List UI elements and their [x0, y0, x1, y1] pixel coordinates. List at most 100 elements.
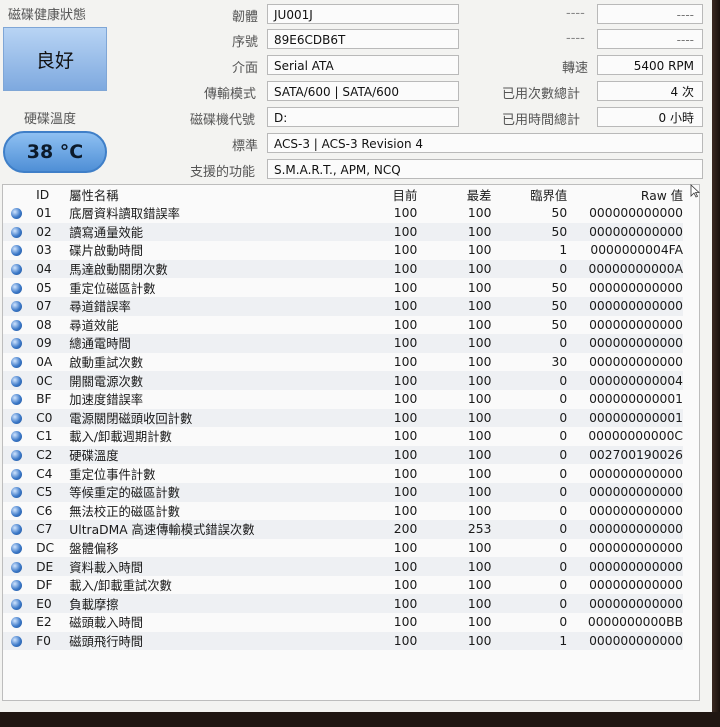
table-row[interactable]: E2 磁頭載入時間 100 100 0 0000000000BB [3, 613, 683, 632]
current-cell: 100 [346, 408, 418, 428]
raw-value-cell: 000000000004 [567, 371, 683, 390]
temperature-title: 硬碟溫度 [24, 112, 77, 127]
attribute-name-cell: 資料載入時間 [67, 557, 347, 576]
table-row[interactable]: 01 底層資料讀取錯誤率 100 100 50 000000000000 [3, 204, 683, 223]
status-cell [3, 334, 31, 353]
current-cell: 100 [346, 445, 418, 465]
status-column-header[interactable] [3, 185, 30, 204]
table-row[interactable]: E0 負載摩擦 100 100 0 000000000000 [3, 594, 683, 614]
status-cell [3, 353, 30, 372]
threshold-cell: 50 [491, 222, 568, 242]
threshold-cell: 1 [559, 243, 568, 258]
id-cell: C5 [30, 482, 68, 502]
worst-cell: 253 [417, 520, 492, 539]
id-cell: 09 [30, 334, 68, 353]
status-dot-icon [11, 617, 23, 629]
threshold-cell: 0 [491, 482, 568, 502]
table-row[interactable]: 05 重定位磁區計數 100 100 50 000000000000 [3, 278, 683, 297]
table-row[interactable]: 07 尋道錯誤率 100 100 50 000000000000 [3, 296, 683, 316]
crystaldiskinfo-window: 磁碟健康狀態 良好 硬碟溫度 38 °C 韌體 JU001J 序號 89E6CD… [0, 0, 712, 712]
status-cell [3, 520, 31, 539]
attribute-name-column-header[interactable]: 屬性名稱 [67, 185, 347, 204]
table-row[interactable]: DF 載入/卸載重試次數 100 100 0 000000000000 [3, 576, 683, 595]
status-cell [3, 502, 30, 521]
id-cell: 04 [30, 259, 68, 279]
threshold-column-header[interactable]: 臨界值 [491, 185, 567, 204]
attribute-name-cell: 載入/卸載週期計數 [69, 430, 172, 445]
table-row[interactable]: 02 讀寫通量效能 100 100 50 000000000000 [3, 222, 683, 242]
status-dot-icon [11, 338, 23, 350]
status-cell [3, 296, 31, 316]
table-row[interactable]: C2 硬碟溫度 100 100 0 002700190026 [3, 445, 683, 465]
id-column-header[interactable]: ID [30, 185, 67, 204]
status-cell [3, 241, 30, 260]
current-cell: 100 [393, 355, 418, 370]
worst-cell: 100 [467, 540, 492, 555]
firmware-field: JU001J [267, 4, 459, 24]
table-row[interactable]: 04 馬達啟動關閉次數 100 100 0 00000000000A [3, 259, 683, 279]
standard-field: ACS-3 | ACS-3 Revision 4 [267, 133, 703, 153]
status-dot-icon [11, 561, 23, 573]
table-row[interactable]: C5 等候重定的磁區計數 100 100 0 000000000000 [3, 482, 683, 502]
table-row[interactable]: C7 UltraDMA 高速傳輸模式錯誤次數 200 253 0 000000000000 [3, 520, 683, 539]
threshold-cell: 0 [559, 615, 568, 630]
worst-cell: 100 [467, 578, 492, 593]
status-cell [3, 371, 31, 390]
raw-value-cell: 00000000000C [588, 429, 683, 444]
current-cell: 100 [393, 503, 418, 518]
threshold-cell: 0 [559, 503, 568, 518]
id-cell: C6 [36, 503, 53, 518]
unused-field-1: ---- [597, 4, 703, 24]
table-row[interactable]: 03 碟片啟動時間 100 100 1 0000000004FA [3, 241, 683, 260]
table-row[interactable]: 08 尋道效能 100 100 50 000000000000 [3, 316, 683, 335]
table-row[interactable]: C1 載入/卸載週期計數 100 100 0 00000000000C [3, 427, 683, 446]
table-row[interactable]: DE 資料載入時間 100 100 0 000000000000 [3, 557, 683, 576]
raw-value-cell: 0000000000BB [587, 615, 683, 630]
unused-label-1: ---- [566, 6, 585, 21]
attribute-name-cell: 無法校正的磁區計數 [69, 504, 180, 519]
table-row[interactable]: C4 重定位事件計數 100 100 0 000000000000 [3, 464, 683, 483]
threshold-cell: 50 [551, 206, 568, 221]
power-on-count-field: 4 次 [597, 81, 703, 101]
threshold-cell: 0 [491, 557, 568, 576]
threshold-cell: 0 [559, 392, 568, 407]
smart-attributes-table[interactable]: ID 屬性名稱 目前 最差 臨界值 Raw 值 01 底層資料讀取錯誤率 100 10… [2, 184, 700, 701]
interface-label: 介面 [232, 61, 259, 76]
temperature-badge[interactable]: 38 °C [3, 131, 107, 173]
threshold-cell: 50 [551, 317, 568, 332]
attribute-name-cell: 底層資料讀取錯誤率 [69, 207, 180, 222]
worst-cell: 100 [467, 317, 492, 332]
features-field: S.M.A.R.T., APM, NCQ [267, 159, 703, 179]
current-cell: 100 [346, 631, 418, 651]
table-row[interactable]: 09 總通電時間 100 100 0 000000000000 [3, 334, 683, 353]
worst-cell: 100 [467, 243, 492, 258]
worst-cell: 100 [417, 334, 492, 353]
table-row[interactable]: DC 盤體偏移 100 100 0 000000000000 [3, 539, 683, 558]
threshold-cell: 0 [559, 540, 568, 555]
serial-label: 序號 [232, 35, 259, 50]
worst-cell: 100 [467, 466, 492, 481]
id-cell: E2 [36, 615, 52, 630]
status-cell [3, 204, 30, 223]
threshold-cell: 0 [491, 334, 568, 353]
raw-value-cell: 000000000000 [567, 296, 683, 316]
table-row[interactable]: C0 電源關閉磁頭收回計數 100 100 0 000000000001 [3, 408, 683, 428]
threshold-cell: 30 [551, 355, 568, 370]
mouse-cursor-icon [690, 184, 700, 198]
health-status-button[interactable]: 良好 [3, 27, 107, 91]
worst-cell: 100 [467, 503, 492, 518]
status-dot-icon [11, 264, 23, 276]
table-row[interactable]: F0 磁頭飛行時間 100 100 1 000000000000 [3, 631, 683, 651]
table-row[interactable]: 0A 啟動重試次數 100 100 30 000000000000 [3, 353, 683, 372]
raw-value-cell: 002700190026 [567, 445, 683, 465]
attribute-name-cell: 總通電時間 [67, 334, 347, 353]
rotation-rate-field: 5400 RPM [597, 55, 703, 75]
attribute-name-cell: UltraDMA 高速傳輸模式錯誤次數 [67, 520, 347, 539]
table-row[interactable]: 0C 開關電源次數 100 100 0 000000000004 [3, 371, 683, 390]
worst-column-header[interactable]: 最差 [417, 185, 492, 204]
raw-value-column-header[interactable]: Raw 值 [567, 185, 683, 204]
table-row[interactable]: C6 無法校正的磁區計數 100 100 0 000000000000 [3, 502, 683, 521]
current-column-header[interactable]: 目前 [347, 185, 418, 204]
table-row[interactable]: BF 加速度錯誤率 100 100 0 000000000001 [3, 390, 683, 409]
table-header-row: ID 屬性名稱 目前 最差 臨界值 Raw 值 [3, 185, 683, 204]
